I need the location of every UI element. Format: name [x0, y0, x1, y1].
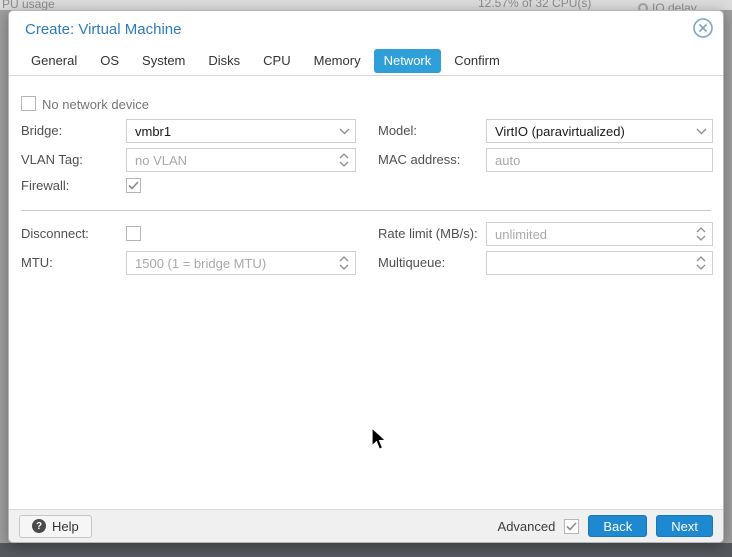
spinner-buttons[interactable] — [690, 223, 712, 245]
advanced-checkbox[interactable] — [564, 518, 580, 534]
vlan-tag-spinner[interactable] — [126, 148, 356, 172]
rate-limit-input[interactable] — [487, 223, 712, 245]
mac-address-input[interactable] — [487, 149, 712, 171]
dialog-header: Create: Virtual Machine — [9, 11, 723, 49]
spinner-down-icon — [339, 161, 349, 167]
tab-system[interactable]: System — [132, 49, 195, 73]
model-combo[interactable] — [486, 119, 713, 143]
section-divider — [21, 210, 711, 211]
bridge-combo[interactable] — [126, 119, 356, 143]
bridge-label: Bridge: — [21, 123, 63, 138]
advanced-label: Advanced — [497, 518, 556, 534]
mac-address-field[interactable] — [486, 148, 713, 172]
spinner-buttons[interactable] — [333, 149, 355, 171]
disconnect-label: Disconnect: — [21, 226, 89, 241]
bridge-input[interactable] — [127, 120, 355, 142]
spinner-down-icon — [339, 264, 349, 270]
dialog-title: Create: Virtual Machine — [25, 21, 182, 38]
screen: { "backdrop": { "cpu_usage_fragment": "P… — [0, 0, 732, 557]
create-vm-dialog: Create: Virtual Machine General OS Syste… — [8, 10, 724, 543]
mtu-input[interactable] — [127, 252, 355, 274]
background-cpu-stat-text: 12.57% of 32 CPU(s) — [478, 0, 592, 10]
dialog-footer: ? Help Advanced Back Next — [9, 509, 723, 542]
back-button[interactable]: Back — [588, 515, 648, 537]
firewall-label: Firewall: — [21, 178, 70, 193]
check-icon — [128, 181, 139, 190]
mtu-label: MTU: — [21, 255, 53, 270]
help-button-label: Help — [52, 518, 79, 534]
help-button[interactable]: ? Help — [19, 514, 92, 538]
tab-cpu[interactable]: CPU — [253, 49, 300, 73]
wizard-tabbar: General OS System Disks CPU Memory Netwo… — [9, 49, 723, 76]
check-icon — [566, 521, 577, 531]
spinner-down-icon — [696, 264, 706, 270]
no-network-device-label: No network device — [42, 97, 149, 112]
disconnect-checkbox[interactable] — [126, 226, 141, 241]
spinner-buttons[interactable] — [690, 252, 712, 274]
spinner-buttons[interactable] — [333, 252, 355, 274]
vlan-tag-input[interactable] — [127, 149, 355, 171]
multiqueue-input[interactable] — [487, 252, 712, 274]
tab-os[interactable]: OS — [90, 49, 129, 73]
tab-confirm[interactable]: Confirm — [444, 49, 510, 73]
spinner-up-icon — [696, 227, 706, 233]
close-icon[interactable] — [692, 17, 714, 39]
model-input[interactable] — [487, 120, 712, 142]
firewall-checkbox[interactable] — [126, 178, 141, 193]
mtu-spinner[interactable] — [126, 251, 356, 275]
model-label: Model: — [378, 123, 418, 138]
chevron-down-icon[interactable] — [333, 120, 355, 142]
chevron-down-icon[interactable] — [690, 120, 712, 142]
vlan-tag-label: VLAN Tag: — [21, 152, 83, 167]
rate-limit-label: Rate limit (MB/s): — [378, 226, 478, 241]
rate-limit-spinner[interactable] — [486, 222, 713, 246]
multiqueue-spinner[interactable] — [486, 251, 713, 275]
tab-network[interactable]: Network — [373, 49, 442, 73]
mac-address-label: MAC address: — [378, 152, 461, 167]
no-network-device-checkbox[interactable] — [21, 96, 36, 111]
tab-disks[interactable]: Disks — [198, 49, 250, 73]
spinner-up-icon — [339, 256, 349, 262]
multiqueue-label: Multiqueue: — [378, 255, 446, 270]
footer-actions: Advanced Back Next — [498, 515, 713, 537]
tab-general[interactable]: General — [21, 49, 87, 73]
next-button[interactable]: Next — [656, 515, 713, 537]
tab-memory[interactable]: Memory — [304, 49, 371, 73]
spinner-up-icon — [339, 153, 349, 159]
question-circle-icon: ? — [32, 519, 46, 533]
spinner-up-icon — [696, 256, 706, 262]
spinner-down-icon — [696, 235, 706, 241]
